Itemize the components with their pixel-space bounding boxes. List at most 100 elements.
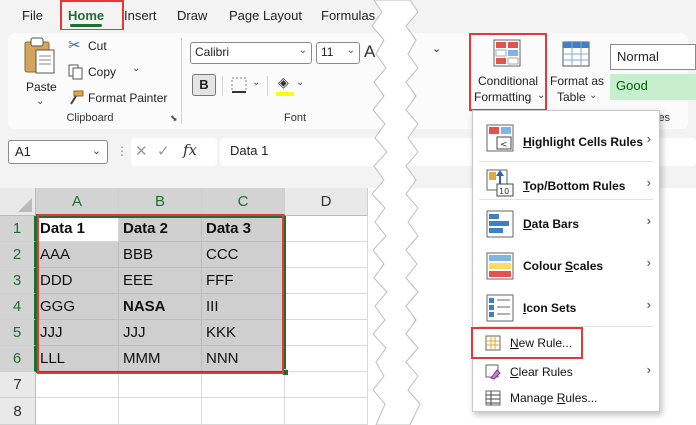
data-bars-label: Data Bars [523,217,580,231]
font-size-value: 11 [321,45,334,59]
row-header-2[interactable]: 2 [0,242,36,268]
menu-item-clear-rules[interactable]: Clear Rules › [473,359,659,385]
chevron-right-icon: › [646,297,651,312]
row-header-1[interactable]: 1 [0,216,36,242]
format-as-table-button[interactable]: Format as Table ⌄ [549,36,605,108]
chevron-right-icon: › [646,362,651,377]
menu-file[interactable]: File [22,0,43,30]
borders-dropdown-icon[interactable]: ⌄ [252,77,260,88]
alignment-partial-icon: ⌄ [432,43,442,55]
cell-d1[interactable] [285,216,368,242]
paste-button[interactable]: Paste ⌄ [22,36,62,107]
chevron-down-icon: ⌄ [298,45,307,56]
cell-d4[interactable] [285,294,368,320]
data-range-highlight [37,214,284,374]
cancel-icon[interactable]: ✕ [135,142,148,160]
style-normal[interactable]: Normal [610,44,696,70]
ribbon-separator [181,38,182,124]
ribbon-separator [267,76,268,96]
copy-label: Copy [88,65,117,79]
row-header-3[interactable]: 3 [0,268,36,294]
name-box-value: A1 [15,144,31,159]
menu-bar: File Home Insert Draw Page Layout Formul… [0,0,696,31]
column-header-c[interactable]: C [202,188,285,216]
cell-d7[interactable] [285,372,368,398]
cell-b8[interactable] [119,398,202,425]
manage-rules-label: Manage Rules... [510,391,598,405]
cell-d6[interactable] [285,346,368,372]
fill-color-button[interactable]: ◈ ⌄ [276,74,306,98]
menu-draw[interactable]: Draw [177,0,207,30]
row-header-5[interactable]: 5 [0,320,36,346]
torn-edge-divider [371,0,421,425]
column-header-d[interactable]: D [285,188,368,216]
enter-icon[interactable]: ✓ [157,142,170,160]
cell-d2[interactable] [285,242,368,268]
copy-button[interactable]: Copy ⌄ [68,63,148,82]
conditional-formatting-menu: < Highlight Cells Rules › 10 Top/Bottom … [471,110,660,412]
menu-insert[interactable]: Insert [124,0,157,30]
font-group-label: Font [283,112,306,124]
svg-text:10: 10 [499,187,509,196]
format-as-table-label-2: Table [557,90,586,104]
cut-label: Cut [88,39,107,53]
font-name-select[interactable]: Calibri ⌄ [190,42,312,64]
highlight-cells-icon: < [486,124,514,152]
font-name-value: Calibri [195,45,230,59]
row-header-8[interactable]: 8 [0,398,36,425]
menu-item-colour-scales[interactable]: Colour Scales › [473,245,659,285]
ribbon-separator [222,76,223,96]
menu-item-icon-sets[interactable]: Icon Sets › [473,287,659,327]
more-options-icon[interactable]: ⋮ [116,144,128,158]
clipboard-group-label: Clipboard [66,112,114,124]
chevron-down-icon: ⌄ [296,77,305,88]
font-size-select[interactable]: 11 ⌄ [316,42,360,64]
clipboard-launcher-icon[interactable]: ⬊ [170,113,178,124]
bold-button[interactable]: B [192,74,216,96]
paint-bucket-icon: ◈ [278,74,289,90]
cell-d8[interactable] [285,398,368,425]
cell-c8[interactable] [202,398,285,425]
select-all-corner[interactable] [0,188,36,216]
style-good[interactable]: Good [610,74,696,100]
row-header-6[interactable]: 6 [0,346,36,372]
eraser-icon [485,364,501,380]
cell-c7[interactable] [202,372,285,398]
menu-item-data-bars[interactable]: Data Bars › [473,203,659,243]
icon-sets-icon [486,294,514,322]
top-bottom-icon: 10 [486,169,514,197]
home-tab-highlight [60,0,124,31]
insert-function-button[interactable]: fx [183,141,197,159]
highlight-cells-rules-label: Highlight Cells Rules [523,135,644,149]
column-header-a[interactable]: A [36,188,119,216]
row-header-7[interactable]: 7 [0,372,36,398]
cell-a7[interactable] [36,372,119,398]
row-header-4[interactable]: 4 [0,294,36,320]
manage-rules-icon [485,390,501,406]
formula-input-value: Data 1 [230,143,269,158]
cell-d3[interactable] [285,268,368,294]
chevron-right-icon: › [646,131,651,146]
borders-icon [231,77,247,93]
copy-dropdown-icon[interactable]: ⌄ [132,63,140,74]
paste-icon [24,37,55,74]
borders-button[interactable] [230,76,248,94]
scissors-icon: ✂ [68,37,81,54]
fill-color-swatch [276,92,294,96]
menu-item-highlight-cells-rules[interactable]: < Highlight Cells Rules › [473,117,659,161]
data-bars-icon [486,210,514,238]
format-painter-label: Format Painter [88,91,168,105]
name-box[interactable]: A1 ⌄ [8,140,108,164]
clear-rules-label: Clear Rules [510,365,573,379]
cell-a8[interactable] [36,398,119,425]
chevron-down-icon: ⌄ [346,45,355,56]
chevron-right-icon: › [646,175,651,190]
menu-item-manage-rules[interactable]: Manage Rules... [473,385,659,411]
svg-text:<: < [500,140,508,150]
cell-d5[interactable] [285,320,368,346]
paste-dropdown-icon: ⌄ [36,96,45,107]
chevron-down-icon: ⌄ [589,90,598,101]
column-header-b[interactable]: B [119,188,202,216]
cell-b7[interactable] [119,372,202,398]
menu-page-layout[interactable]: Page Layout [229,0,302,30]
